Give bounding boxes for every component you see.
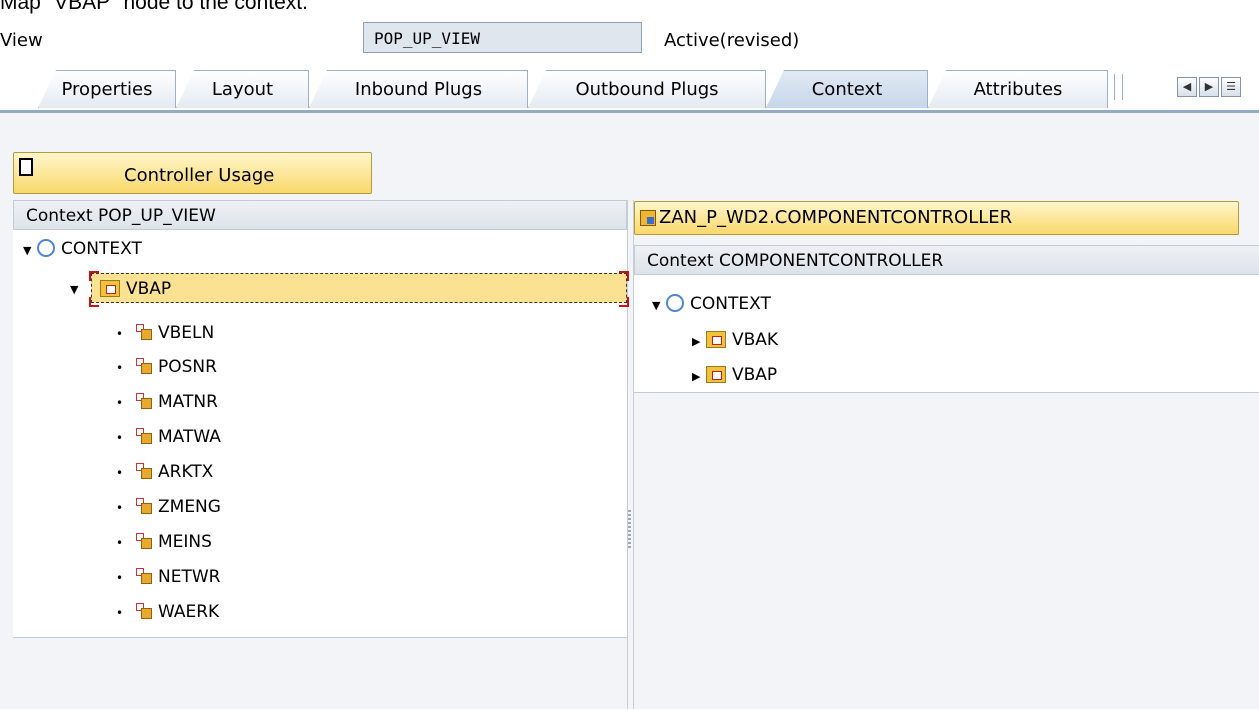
tree-attribute[interactable]: • WAERK: [116, 597, 219, 627]
context-node-icon: [37, 239, 55, 257]
tree-attribute[interactable]: • ARKTX: [116, 457, 213, 487]
view-context-tree: ▼ CONTEXT VBAP ▼ • VBELN • POSNR • MATNR • MA…: [13, 230, 629, 637]
attribute-label: WAERK: [158, 602, 220, 622]
attribute-icon: [136, 498, 152, 515]
selection-marker: [89, 271, 99, 281]
tree-attribute[interactable]: • VBELN: [116, 318, 214, 348]
attribute-icon: [136, 463, 152, 480]
view-label: View: [0, 30, 43, 51]
tab-outbound-plugs[interactable]: Outbound Plugs: [528, 70, 766, 108]
tree-node-vbap[interactable]: ▶ VBAP: [692, 360, 777, 390]
arrow-left-icon[interactable]: ◀: [1177, 77, 1197, 97]
attribute-icon: [136, 568, 152, 585]
tree-node-label: VBAP: [126, 279, 172, 299]
view-context-header: Context POP_UP_VIEW: [13, 200, 627, 230]
node-icon: [706, 366, 726, 383]
component-context-empty-area: [634, 392, 1259, 710]
tree-root-label: CONTEXT: [690, 294, 771, 314]
tab-context[interactable]: Context: [766, 70, 928, 108]
view-context-panel: Context POP_UP_VIEW ▼ CONTEXT VBAP ▼ • VBE…: [13, 200, 629, 710]
component-context-header: Context COMPONENTCONTROLLER: [634, 245, 1259, 275]
component-controller-label: ZAN_P_WD2.COMPONENTCONTROLLER: [659, 207, 1013, 228]
tree-node-vbap-selected[interactable]: VBAP: [91, 273, 627, 303]
tree-root-label: CONTEXT: [61, 239, 142, 259]
node-icon: [706, 331, 726, 348]
attribute-label: VBELN: [158, 323, 215, 343]
tree-attribute[interactable]: • MATWA: [116, 422, 221, 452]
selection-marker: [619, 297, 629, 307]
attribute-label: MATNR: [158, 392, 218, 412]
attribute-icon: [136, 533, 152, 550]
chevron-down-icon[interactable]: ▼: [23, 236, 37, 266]
tree-root-context[interactable]: ▼ CONTEXT: [652, 289, 771, 319]
attribute-icon: [136, 324, 152, 341]
attribute-icon: [136, 603, 152, 620]
tree-attribute[interactable]: • NETWR: [116, 562, 220, 592]
tree-attribute[interactable]: • ZMENG: [116, 492, 221, 522]
tab-list-icon[interactable]: ☰: [1221, 77, 1241, 97]
component-context-panel: Context COMPONENTCONTROLLER ▼ CONTEXT ▶ VB…: [633, 200, 1259, 709]
instruction-caption: Map "VBAP" node to the context.: [0, 0, 308, 14]
component-context-tree: ▼ CONTEXT ▶ VBAK ▶ VBAP: [634, 275, 1259, 392]
attribute-label: ARKTX: [158, 462, 214, 482]
arrow-right-icon[interactable]: ▶: [1199, 77, 1219, 97]
tree-node-label: VBAK: [732, 330, 779, 350]
document-icon: [19, 158, 33, 176]
tree-attribute[interactable]: • MEINS: [116, 527, 212, 557]
tab-inbound-plugs[interactable]: Inbound Plugs: [309, 70, 528, 108]
selection-marker: [89, 297, 99, 307]
chevron-right-icon[interactable]: ▶: [692, 362, 706, 392]
attribute-label: POSNR: [158, 357, 217, 377]
controller-usage-label: Controller Usage: [124, 165, 275, 186]
tree-attribute[interactable]: • POSNR: [116, 352, 217, 382]
attribute-label: ZMENG: [158, 497, 221, 517]
tab-overflow-separator: [1114, 74, 1123, 100]
attribute-icon: [136, 393, 152, 410]
attribute-icon: [136, 428, 152, 445]
panel-splitter[interactable]: [628, 510, 631, 550]
attribute-label: NETWR: [158, 567, 221, 587]
component-controller-button[interactable]: ZAN_P_WD2.COMPONENTCONTROLLER: [634, 201, 1239, 235]
selection-marker: [619, 271, 629, 281]
tab-attributes[interactable]: Attributes: [928, 70, 1108, 108]
view-context-empty-area: [13, 637, 627, 710]
tab-properties[interactable]: Properties: [38, 70, 176, 108]
attribute-icon: [136, 358, 152, 375]
chevron-down-icon[interactable]: ▼: [70, 273, 84, 303]
view-name-field[interactable]: POP_UP_VIEW: [363, 22, 642, 53]
tree-node-label: VBAP: [732, 365, 778, 385]
chevron-down-icon[interactable]: ▼: [652, 291, 666, 321]
tree-node-vbak[interactable]: ▶ VBAK: [692, 325, 778, 355]
attribute-label: MEINS: [158, 532, 212, 552]
node-icon: [100, 280, 120, 297]
chevron-right-icon[interactable]: ▶: [692, 327, 706, 357]
controller-usage-button[interactable]: Controller Usage: [13, 152, 372, 194]
tree-attribute[interactable]: • MATNR: [116, 387, 218, 417]
component-controller-icon: [640, 210, 656, 226]
tab-strip: Properties Layout Inbound Plugs Outbound…: [0, 70, 1259, 113]
tree-root-context[interactable]: ▼ CONTEXT: [23, 234, 142, 264]
context-node-icon: [666, 294, 684, 312]
attribute-label: MATWA: [158, 427, 221, 447]
tab-layout[interactable]: Layout: [176, 70, 309, 108]
view-status: Active(revised): [664, 30, 800, 51]
